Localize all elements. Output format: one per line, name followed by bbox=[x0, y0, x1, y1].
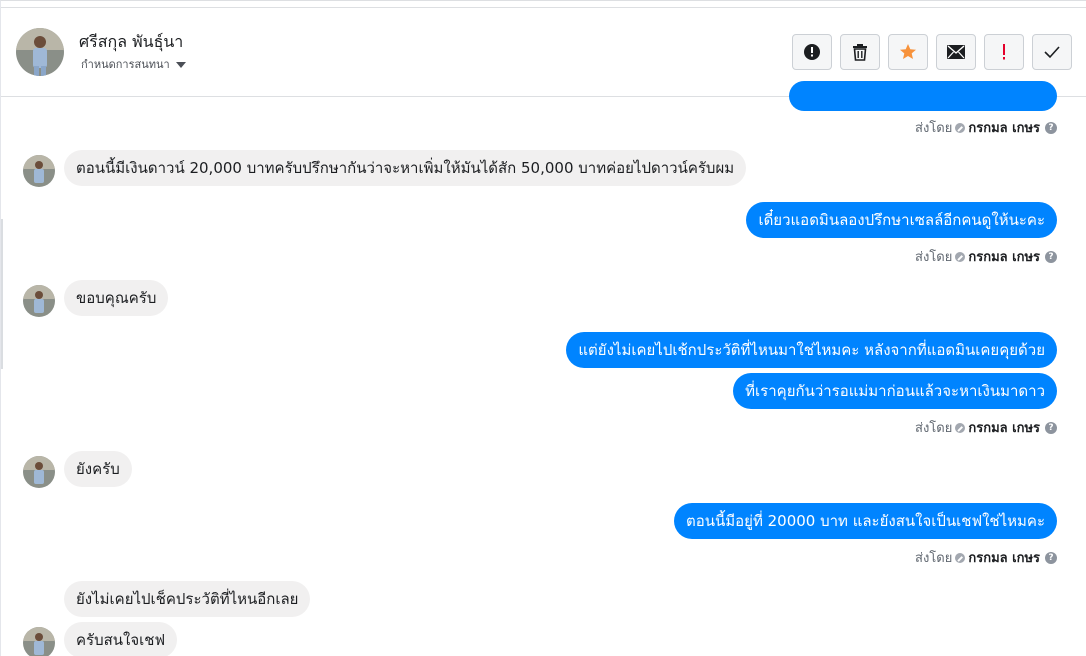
scrollbar[interactable] bbox=[1, 219, 3, 369]
contact-avatar-small[interactable] bbox=[23, 627, 55, 656]
verified-icon bbox=[955, 422, 966, 433]
action-toolbar bbox=[792, 34, 1072, 70]
exclamation-icon bbox=[1003, 44, 1005, 60]
help-icon[interactable]: ? bbox=[1045, 121, 1057, 134]
verified-icon bbox=[955, 251, 966, 262]
mark-done-button[interactable] bbox=[1032, 34, 1072, 70]
messenger-conversation: ศรีสกุล พันธุ์นา กำหนดการสนทนา ส่งโดย กร… bbox=[0, 0, 1086, 656]
trash-icon bbox=[853, 44, 867, 61]
verified-icon bbox=[955, 552, 966, 563]
envelope-icon bbox=[947, 45, 965, 59]
sent-by-row: ส่งโดย กรกมล เกษร ? bbox=[915, 547, 1057, 568]
sent-by-row: ส่งโดย กรกมล เกษร ? bbox=[915, 117, 1057, 138]
delete-button[interactable] bbox=[840, 34, 880, 70]
star-button[interactable] bbox=[888, 34, 928, 70]
assign-conversation-dropdown[interactable]: กำหนดการสนทนา bbox=[81, 55, 186, 73]
star-icon bbox=[900, 44, 916, 59]
message-list[interactable]: ส่งโดย กรกมล เกษร ? ตอนนี้มีเงินดาวน์ 20… bbox=[1, 81, 1086, 656]
sent-by-row: ส่งโดย กรกมล เกษร ? bbox=[915, 417, 1057, 438]
mark-unread-button[interactable] bbox=[936, 34, 976, 70]
contact-avatar[interactable] bbox=[16, 28, 64, 76]
alert-circle-icon bbox=[804, 44, 820, 60]
message-bubble-outgoing[interactable]: ที่เราคุยกันว่ารอแม่มาก่อนแล้วจะหาเงินมา… bbox=[733, 373, 1057, 409]
assign-label: กำหนดการสนทนา bbox=[81, 58, 170, 71]
contact-avatar-small[interactable] bbox=[23, 456, 55, 488]
message-bubble-outgoing[interactable]: แต่ยังไม่เคยไปเช้กประวัติที่ไหนมาใช่ไหมค… bbox=[566, 332, 1057, 368]
message-bubble-incoming[interactable]: ขอบคุณครับ bbox=[64, 280, 169, 316]
follow-up-button[interactable] bbox=[984, 34, 1024, 70]
message-bubble-incoming[interactable]: ครับสนใจเชฟ bbox=[64, 622, 178, 656]
verified-icon bbox=[955, 122, 966, 133]
message-bubble-incoming[interactable]: ตอนนี้มีเงินดาวน์ 20,000 บาทครับปรึกษากั… bbox=[64, 150, 747, 186]
sent-by-row: ส่งโดย กรกมล เกษร ? bbox=[915, 246, 1057, 267]
help-icon[interactable]: ? bbox=[1045, 551, 1057, 564]
help-icon[interactable]: ? bbox=[1045, 421, 1057, 434]
check-icon bbox=[1044, 46, 1060, 59]
contact-name: ศรีสกุล พันธุ์นา bbox=[79, 32, 184, 51]
message-bubble-outgoing[interactable]: เดี๋ยวแอดมินลองปรึกษาเซลล์อีกคนดูให้นะคะ bbox=[746, 202, 1057, 238]
message-bubble-outgoing[interactable] bbox=[789, 81, 1057, 111]
message-bubble-outgoing[interactable]: ตอนนี้มีอยู่ที่ 20000 บาท และยังสนใจเป็น… bbox=[674, 503, 1057, 539]
help-icon[interactable]: ? bbox=[1045, 250, 1057, 263]
contact-avatar-small[interactable] bbox=[23, 155, 55, 187]
message-bubble-incoming[interactable]: ยังไม่เคยไปเช็คประวัติที่ไหนอีกเลย bbox=[64, 581, 311, 617]
mark-spam-button[interactable] bbox=[792, 34, 832, 70]
message-bubble-incoming[interactable]: ยังครับ bbox=[64, 451, 132, 487]
contact-avatar-small[interactable] bbox=[23, 285, 55, 317]
caret-down-icon bbox=[175, 61, 186, 68]
